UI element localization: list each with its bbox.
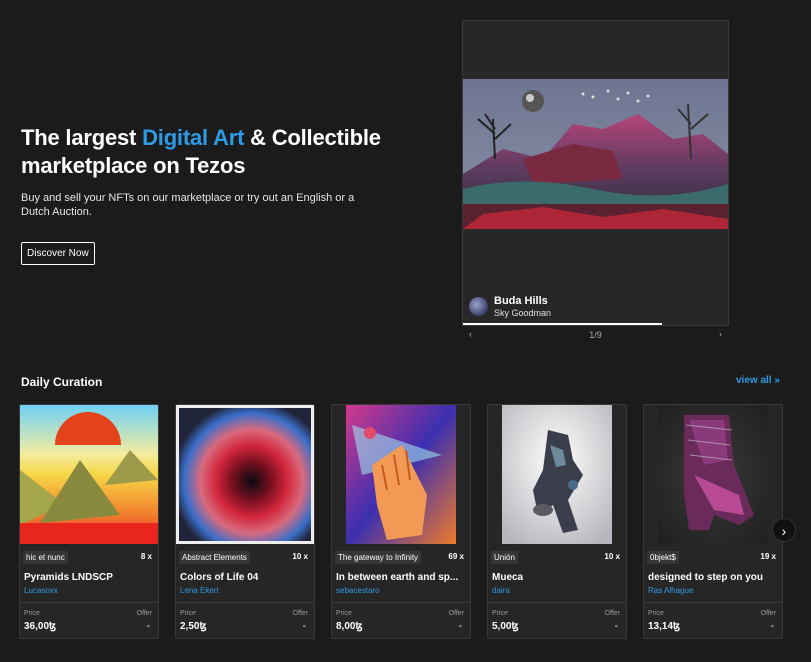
price-value: 5,00ꜩ [492,621,519,632]
collection-tag[interactable]: Unión [491,551,518,564]
artwork-title[interactable]: Mueca [492,572,620,583]
chevron-right-icon[interactable]: › [719,329,722,339]
artwork-card[interactable]: The gateway to Infinity 69 x In between … [331,404,471,639]
price-value: 2,50ꜩ [180,621,207,632]
artwork-card[interactable]: Abstract Elements 10 x Colors of Life 04… [175,404,315,639]
collection-tag[interactable]: 0bjekt$ [647,551,679,564]
offer-value: - [302,621,306,632]
edition-count: 19 x [760,552,776,561]
offer-value: - [770,621,774,632]
price-value: 8,00ꜩ [336,621,363,632]
offer-value: - [614,621,618,632]
price-label: Price [180,610,196,617]
featured-artwork-card[interactable]: Buda Hills Sky Goodman [462,20,729,326]
edition-count: 10 x [604,552,620,561]
price-value: 36,00ꜩ [24,621,57,632]
collection-tag[interactable]: hic et nunc [23,551,68,564]
section-title-daily-curation: Daily Curation [21,375,103,389]
artwork-title[interactable]: Pyramids LNDSCP [24,572,152,583]
divider [644,602,782,603]
carousel-counter: 1/9 [589,330,602,340]
artwork-thumbnail [176,405,314,544]
artwork-card[interactable]: 0bjekt$ 19 x designed to step on you Ras… [643,404,783,639]
artwork-thumbnail [332,405,470,544]
offer-label: Offer [136,610,152,617]
artwork-card[interactable]: hic et nunc 8 x Pyramids LNDSCP Lucasoxx… [19,404,159,639]
price-label: Price [492,610,508,617]
price-label: Price [336,610,352,617]
artist-link[interactable]: Lucasoxx [24,586,58,595]
featured-artwork-image [463,79,728,229]
featured-title[interactable]: Buda Hills [494,295,548,307]
chevron-right-icon[interactable]: › [772,518,796,542]
carousel-progress-bar [463,323,662,325]
divider [176,602,314,603]
artwork-title[interactable]: Colors of Life 04 [180,572,308,583]
offer-label: Offer [292,610,308,617]
artwork-title[interactable]: In between earth and sp... [336,572,464,583]
hero-title: The largest Digital Art & Collectible ma… [21,125,381,178]
hero-title-accent: Digital Art [142,125,245,150]
offer-value: - [146,621,150,632]
carousel-navigation: ‹ 1/9 › [462,329,729,343]
divider [332,602,470,603]
artwork-thumbnail [20,405,158,544]
artist-link[interactable]: daira [492,586,510,595]
artwork-card[interactable]: Unión 10 x Mueca daira Price Offer 5,00ꜩ… [487,404,627,639]
edition-count: 10 x [292,552,308,561]
artwork-thumbnail [488,405,626,544]
offer-label: Offer [448,610,464,617]
collection-tag[interactable]: Abstract Elements [179,551,250,564]
offer-value: - [458,621,462,632]
edition-count: 69 x [448,552,464,561]
price-value: 13,14ꜩ [648,621,681,632]
price-label: Price [24,610,40,617]
collection-tag[interactable]: The gateway to Infinity [335,551,422,564]
price-label: Price [648,610,664,617]
divider [488,602,626,603]
artist-link[interactable]: sebacestaro [336,586,380,595]
offer-label: Offer [760,610,776,617]
featured-author[interactable]: Sky Goodman [494,308,551,318]
artist-avatar[interactable] [469,297,488,316]
divider [20,602,158,603]
view-all-link[interactable]: view all » [736,375,780,386]
artwork-thumbnail [644,405,782,544]
discover-now-button[interactable]: Discover Now [21,242,95,265]
artwork-title[interactable]: designed to step on you [648,572,776,583]
hero-section: The largest Digital Art & Collectible ma… [21,124,441,265]
edition-count: 8 x [140,552,152,561]
artist-link[interactable]: Ras Alhague [648,586,693,595]
artist-link[interactable]: Lena Ekert [180,586,219,595]
hero-subtitle: Buy and sell your NFTs on our marketplac… [21,192,355,218]
offer-label: Offer [604,610,620,617]
